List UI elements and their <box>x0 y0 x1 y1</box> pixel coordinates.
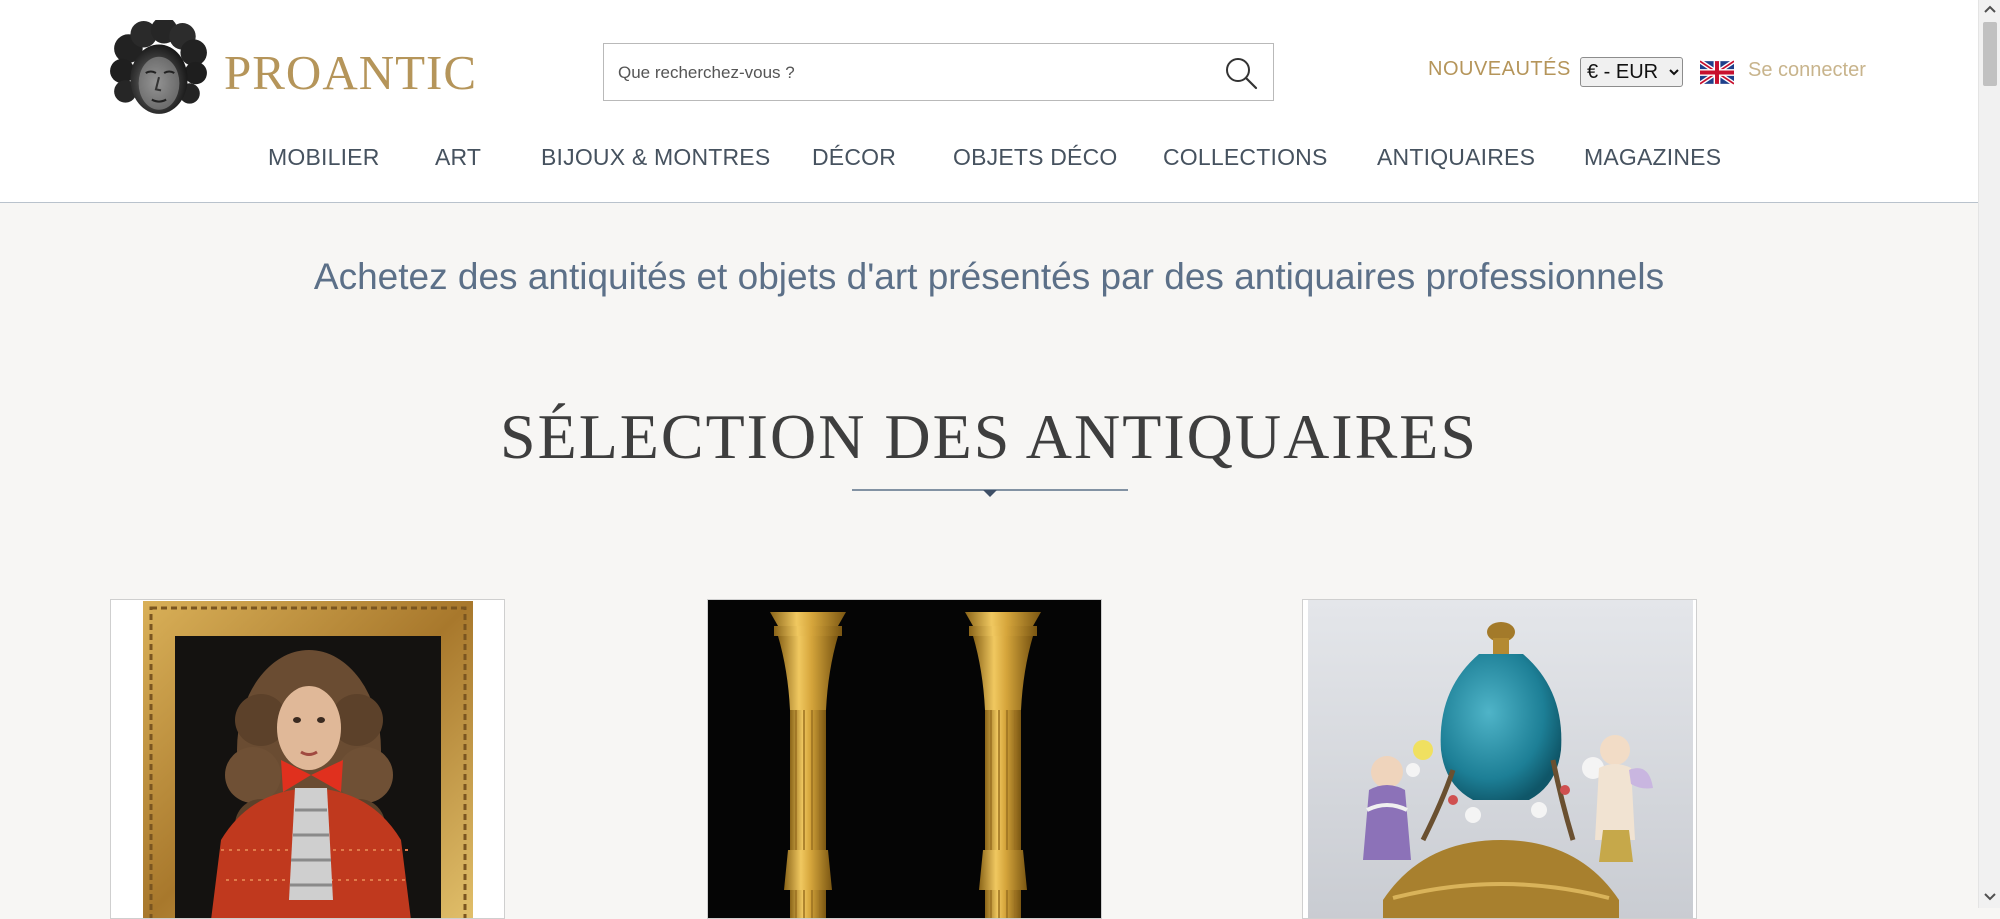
search-input[interactable] <box>616 44 1200 102</box>
title-divider <box>852 489 1128 497</box>
main-nav: MOBILIER ART BIJOUX & MONTRES DÉCOR OBJE… <box>0 144 1978 184</box>
search-bar <box>603 43 1274 102</box>
nav-item-antiquaires[interactable]: ANTIQUAIRES <box>1377 144 1535 171</box>
nav-item-magazines[interactable]: MAGAZINES <box>1584 144 1721 171</box>
nav-item-art[interactable]: ART <box>435 144 481 171</box>
product-card[interactable] <box>1302 599 1697 919</box>
product-card[interactable] <box>110 599 505 919</box>
gilt-candlesticks-image[interactable] <box>708 600 1102 919</box>
scroll-up-arrow-icon[interactable] <box>1984 4 1996 14</box>
product-card[interactable] <box>707 599 1102 919</box>
logo-head-icon[interactable] <box>108 20 210 122</box>
site-header: PROANTIC NOUVEAUTÉS € - EUR Se connecter… <box>0 0 1978 203</box>
porcelain-vase-image[interactable] <box>1303 600 1697 919</box>
nav-item-mobilier[interactable]: MOBILIER <box>268 144 380 171</box>
tagline: Achetez des antiquités et objets d'art p… <box>313 256 1665 297</box>
scrollbar-thumb[interactable] <box>1983 22 1997 86</box>
login-link[interactable]: Se connecter <box>1748 59 1866 82</box>
nav-item-decor[interactable]: DÉCOR <box>812 144 896 171</box>
scroll-down-arrow-icon[interactable] <box>1984 892 1996 902</box>
nav-item-collections[interactable]: COLLECTIONS <box>1163 144 1328 171</box>
nouveautes-link[interactable]: NOUVEAUTÉS <box>1428 58 1571 81</box>
section-title: SÉLECTION DES ANTIQUAIRES <box>500 401 1478 472</box>
nav-item-bijoux-montres[interactable]: BIJOUX & MONTRES <box>541 144 770 171</box>
portrait-painting-image[interactable] <box>111 600 505 919</box>
uk-flag-icon[interactable] <box>1700 60 1734 85</box>
search-icon[interactable] <box>1223 55 1259 91</box>
logo-text[interactable]: PROANTIC <box>224 45 477 101</box>
currency-select[interactable]: € - EUR <box>1580 57 1683 87</box>
nav-item-objets-deco[interactable]: OBJETS DÉCO <box>953 144 1118 171</box>
page-scrollbar[interactable] <box>1978 0 2000 908</box>
